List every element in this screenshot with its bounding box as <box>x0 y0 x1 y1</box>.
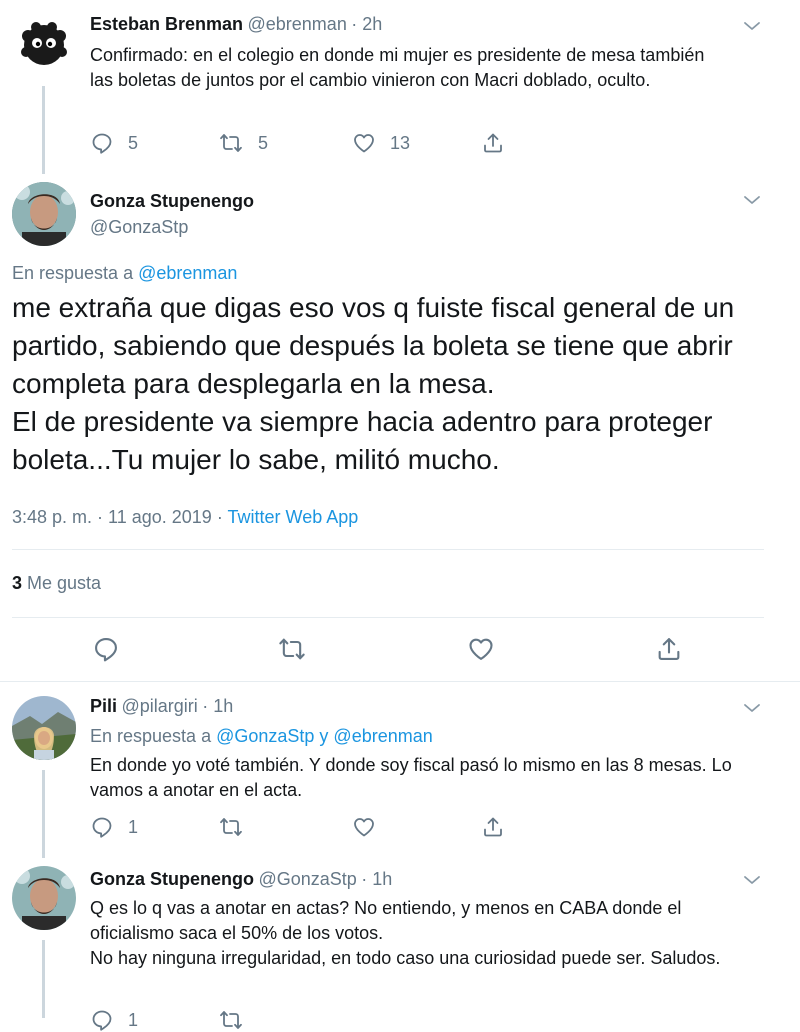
reply-to-link[interactable]: @GonzaStp y @ebrenman <box>216 726 433 746</box>
retweet-count: 5 <box>258 132 269 153</box>
author-name[interactable]: Gonza Stupenengo <box>90 191 254 212</box>
chevron-down-icon[interactable] <box>740 868 764 892</box>
reply-to-link[interactable]: @ebrenman <box>138 263 237 283</box>
tweet-text: En donde yo voté también. Y donde soy fi… <box>90 755 732 800</box>
thread-line <box>42 940 45 1018</box>
author-handle[interactable]: @GonzaStp <box>90 217 188 238</box>
retweet-icon <box>277 635 307 663</box>
avatar[interactable] <box>12 866 76 930</box>
author-handle[interactable]: @GonzaStp <box>258 869 356 889</box>
tweet-time[interactable]: · 1h <box>361 869 392 889</box>
reply-count: 1 <box>128 816 139 837</box>
share-button[interactable] <box>655 635 683 663</box>
retweet-icon <box>218 1008 244 1032</box>
reply-button[interactable]: 5 <box>90 131 138 155</box>
like-button[interactable]: 13 <box>352 131 410 155</box>
reply-context-label: En respuesta a <box>90 726 212 746</box>
share-button[interactable] <box>481 131 505 155</box>
avatar[interactable] <box>12 696 76 760</box>
author-name[interactable]: Gonza Stupenengo <box>90 869 254 889</box>
thread-line <box>42 86 45 174</box>
reply-button[interactable]: 1 <box>90 1008 138 1032</box>
like-icon <box>467 635 495 663</box>
reply-button[interactable] <box>92 635 120 663</box>
retweet-icon <box>218 131 244 155</box>
like-button[interactable] <box>352 815 376 839</box>
retweet-button[interactable] <box>277 635 307 663</box>
chevron-down-icon[interactable] <box>740 188 764 212</box>
share-icon <box>481 131 505 155</box>
author-name[interactable]: Pili <box>90 696 117 716</box>
avatar[interactable] <box>12 12 76 76</box>
share-button[interactable] <box>481 815 505 839</box>
like-count: 13 <box>390 132 411 153</box>
reply-icon <box>92 635 120 663</box>
retweet-icon <box>218 815 244 839</box>
retweet-button[interactable] <box>218 1008 244 1032</box>
divider <box>12 617 764 618</box>
reply-button[interactable]: 1 <box>90 815 138 839</box>
tweet-time[interactable]: · 2h <box>351 14 382 34</box>
like-icon <box>352 815 376 839</box>
retweet-button[interactable]: 5 <box>218 131 268 155</box>
reply-icon <box>90 131 114 155</box>
tweet-text: Q es lo q vas a anotar en actas? No enti… <box>90 898 721 968</box>
chevron-down-icon[interactable] <box>740 14 764 38</box>
avatar[interactable] <box>12 182 76 246</box>
tweet-time[interactable]: · 1h <box>202 696 233 716</box>
reply-count: 1 <box>128 1009 139 1030</box>
likes-summary[interactable]: 3 Me gusta <box>12 573 101 594</box>
likes-label: Me gusta <box>27 573 102 593</box>
tweet-source[interactable]: Twitter Web App <box>228 507 359 527</box>
tweet-timestamp[interactable]: 3:48 p. m. · 11 ago. 2019 <box>12 507 212 527</box>
author-handle[interactable]: @pilargiri <box>121 696 197 716</box>
reply-icon <box>90 815 114 839</box>
reply-icon <box>90 1008 114 1032</box>
likes-count: 3 <box>12 573 23 593</box>
tweet-text: Confirmado: en el colegio en donde mi mu… <box>90 45 705 90</box>
author-name[interactable]: Esteban Brenman <box>90 14 243 34</box>
reply-count: 5 <box>128 132 139 153</box>
share-icon <box>655 635 683 663</box>
like-button[interactable] <box>467 635 495 663</box>
divider <box>12 549 764 550</box>
like-icon <box>352 131 376 155</box>
divider <box>0 681 800 682</box>
author-handle[interactable]: @ebrenman <box>248 14 347 34</box>
reply-context-label: En respuesta a <box>12 263 134 283</box>
retweet-button[interactable] <box>218 815 244 839</box>
thread-line <box>42 770 45 858</box>
chevron-down-icon[interactable] <box>740 696 764 720</box>
main-tweet-text: me extraña que digas eso vos q fuiste fi… <box>12 292 735 475</box>
share-icon <box>481 815 505 839</box>
